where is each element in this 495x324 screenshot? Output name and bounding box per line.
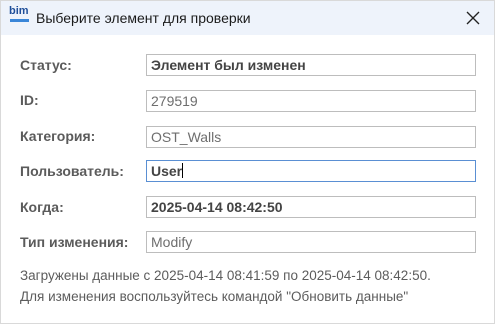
when-field[interactable]: 2025-04-14 08:42:50 (146, 196, 476, 218)
window-title: Выберите элемент для проверки (36, 10, 251, 26)
info-text: Загружены данные с 2025-04-14 08:41:59 п… (20, 265, 431, 307)
logo-text: bim (9, 5, 29, 17)
change-type-field[interactable]: Modify (146, 231, 476, 253)
user-field-value: User (151, 163, 183, 179)
change-type-label: Тип изменения: (20, 234, 129, 250)
id-field[interactable]: 279519 (146, 90, 476, 112)
status-label: Статус: (20, 57, 72, 73)
close-button[interactable] (460, 5, 486, 31)
user-field[interactable]: User (146, 160, 476, 182)
category-field[interactable]: OST_Walls (146, 126, 476, 148)
dialog-window: bim Выберите элемент для проверки Статус… (0, 0, 495, 324)
bim-logo-icon: bim (9, 5, 31, 25)
when-label: Когда: (20, 199, 64, 215)
category-label: Категория: (20, 128, 96, 144)
user-label: Пользователь: (20, 163, 124, 179)
info-line-hint: Для изменения воспользуйтесь командой "О… (20, 289, 409, 304)
info-line-loaded: Загружены данные с 2025-04-14 08:41:59 п… (20, 268, 431, 283)
id-label: ID: (20, 92, 39, 108)
title-bar: bim Выберите элемент для проверки (1, 1, 494, 35)
text-caret (182, 163, 184, 178)
close-icon (466, 11, 480, 25)
status-field[interactable]: Элемент был изменен (146, 54, 476, 76)
logo-bar (10, 19, 29, 22)
